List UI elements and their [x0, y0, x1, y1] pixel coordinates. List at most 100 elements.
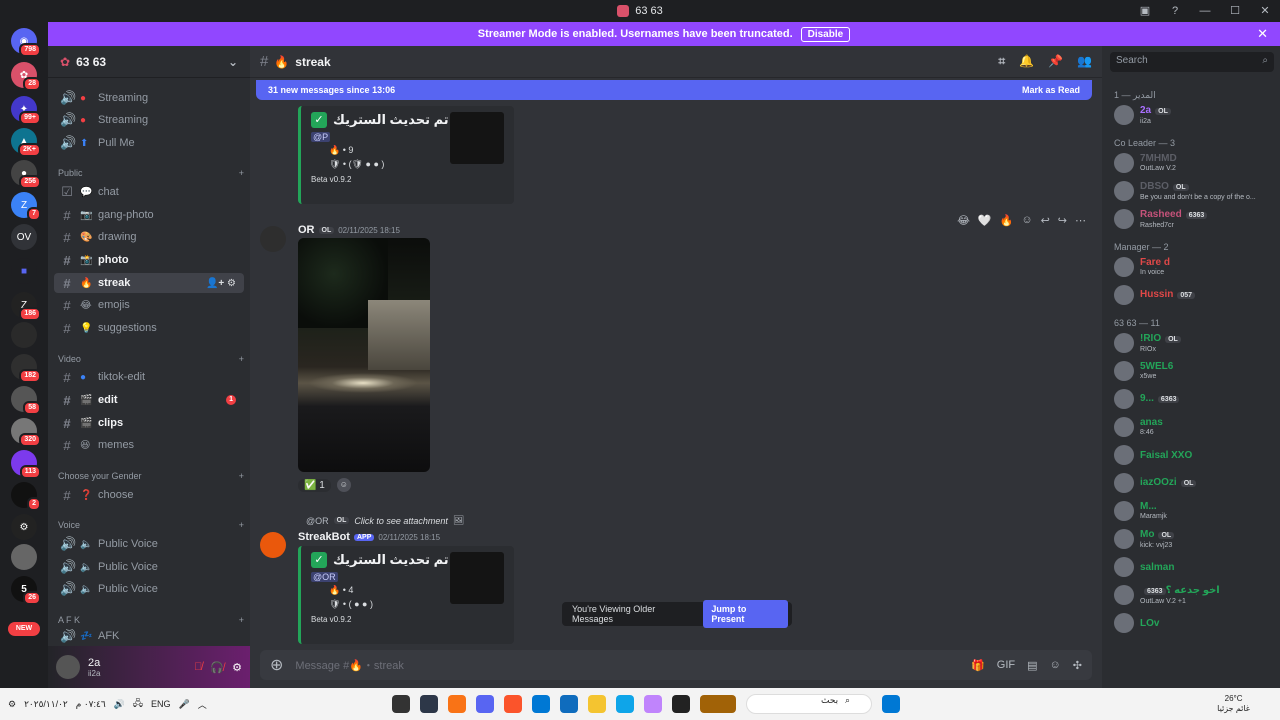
server-icon[interactable]: 5 26 [11, 576, 41, 605]
channel-choose[interactable]: # ❓ choose [54, 485, 244, 505]
message-composer[interactable]: ⊕ Message #🔥・streak 🎁 GIF ▤ ☺ ✣ [260, 650, 1092, 680]
add-channel-icon[interactable]: + [239, 168, 244, 178]
settings-icon[interactable]: ⚙ [8, 699, 16, 710]
minimize-button[interactable]: — [1190, 0, 1220, 22]
heart-icon[interactable]: 🤍 [978, 214, 992, 227]
embed-thumbnail[interactable] [450, 112, 504, 164]
voice-channel-pull-me[interactable]: 🔊 ⬆ Pull Me [54, 133, 244, 153]
user-mention[interactable]: @OR [311, 572, 338, 582]
edge-icon[interactable] [616, 695, 634, 713]
message-input[interactable]: Message #🔥・streak [295, 657, 403, 673]
channel-clips[interactable]: # 🎬 clips [54, 413, 244, 433]
server-icon[interactable] [11, 544, 37, 570]
deafen-icon[interactable]: 🎧̸ [210, 661, 224, 674]
voice-channel-public[interactable]: 🔊 🔈 Public Voice [54, 534, 244, 554]
channel-memes[interactable]: # 😆 memes [54, 435, 244, 455]
fire-icon[interactable]: 🔥 [1000, 214, 1014, 227]
channel-photo[interactable]: # 📸 photo [54, 250, 244, 270]
category-gender[interactable]: Choose your Gender + [58, 471, 244, 481]
volume-icon[interactable]: 🔊 [114, 699, 125, 710]
maximize-button[interactable]: ☐ [1220, 0, 1250, 22]
app-icon[interactable] [448, 695, 466, 713]
channel-suggestions[interactable]: # 💡 suggestions [54, 318, 244, 338]
language[interactable]: ENG [151, 699, 171, 709]
member-item[interactable]: Faisal XXO [1110, 442, 1276, 468]
discord-icon[interactable] [476, 695, 494, 713]
chevron-up-icon[interactable]: ︿ [198, 698, 207, 711]
gear-icon[interactable]: ⚙ [232, 661, 242, 674]
author-name[interactable]: OR [298, 224, 315, 236]
help-icon[interactable]: ? [1160, 0, 1190, 22]
server-icon[interactable] [11, 322, 37, 348]
server-icon[interactable]: ⚙ [11, 514, 37, 540]
server-icon[interactable]: 58 [11, 386, 41, 415]
member-item[interactable]: M... Maramjk [1110, 498, 1276, 524]
server-header[interactable]: ✿ 63 63 ⌄ [48, 46, 250, 78]
bell-icon[interactable]: 🔔 [1019, 54, 1034, 69]
jump-to-present-button[interactable]: Jump to Present [703, 600, 788, 628]
plus-icon[interactable]: ⊕ [270, 655, 283, 675]
reaction-check[interactable]: ✅ 1 [298, 478, 331, 492]
reply-preview[interactable]: @OR OL Click to see attachment 🖼 [306, 515, 464, 526]
app-icon[interactable] [392, 695, 410, 713]
add-channel-icon[interactable]: + [239, 354, 244, 364]
member-list-icon[interactable]: 👥 [1077, 54, 1092, 69]
search-input[interactable]: Search ⌕ [1110, 52, 1274, 72]
member-item[interactable]: LOv [1110, 610, 1276, 636]
folder-icon[interactable]: ■ [11, 258, 37, 284]
taskbar-search[interactable]: بحث ⌕ [746, 694, 872, 714]
member-item[interactable]: Rasheed 6363 Rashed7cr [1110, 206, 1276, 232]
server-icon[interactable]: ● 256 [11, 160, 41, 189]
avatar[interactable] [260, 532, 286, 558]
voice-channel-streaming[interactable]: 🔊 ● Streaming [54, 110, 244, 130]
mic-icon[interactable]: 🎤 [178, 699, 189, 710]
channel-tiktok-edit[interactable]: # ● tiktok-edit [54, 367, 244, 387]
gif-icon[interactable]: GIF [997, 659, 1015, 672]
channel-emojis[interactable]: # 😂 emojis [54, 295, 244, 315]
server-icon[interactable]: Z 186 [11, 292, 41, 321]
category-afk[interactable]: A F K + [58, 615, 244, 625]
member-item[interactable]: salman [1110, 554, 1276, 580]
more-icon[interactable]: ⋯ [1075, 214, 1086, 227]
member-item[interactable]: 2a OL ii2a [1110, 102, 1276, 128]
member-item[interactable]: Mo OL kick: vvj23 [1110, 526, 1276, 552]
channel-edit[interactable]: # 🎬 edit 1 [54, 390, 244, 410]
store-icon[interactable] [560, 695, 578, 713]
embed-thumbnail[interactable] [450, 552, 504, 604]
member-item[interactable]: iazOOzi OL [1110, 470, 1276, 496]
brave-icon[interactable] [504, 695, 522, 713]
channel-gang-photo[interactable]: # 📷 gang-photo [54, 205, 244, 225]
outlook-icon[interactable] [532, 695, 550, 713]
server-63-63[interactable]: ✿ 28 [11, 62, 41, 91]
network-icon[interactable]: 🖧 [133, 696, 143, 712]
member-item[interactable]: 9... 6363 [1110, 386, 1276, 412]
emoji-laugh-icon[interactable]: 😂 [957, 214, 970, 227]
member-item[interactable]: 7MHMD OutLaw V.2 [1110, 150, 1276, 176]
disable-streamer-mode-button[interactable]: Disable [800, 26, 851, 42]
server-ov[interactable]: OV [11, 224, 37, 250]
add-channel-icon[interactable]: + [239, 615, 244, 625]
mark-as-read-button[interactable]: Mark as Read [1022, 85, 1080, 95]
widget-icon[interactable] [700, 695, 736, 713]
author-name[interactable]: StreakBot [298, 531, 350, 543]
avatar[interactable] [56, 655, 80, 679]
member-item[interactable]: 5WEL6 x5we [1110, 358, 1276, 384]
close-icon[interactable]: ✕ [1257, 26, 1268, 42]
member-item[interactable]: anas 8:46 [1110, 414, 1276, 440]
app-icon[interactable] [420, 695, 438, 713]
add-reaction-icon[interactable]: ☺ [1021, 214, 1032, 227]
member-item[interactable]: !RIO OL RIOx [1110, 330, 1276, 356]
add-channel-icon[interactable]: + [239, 520, 244, 530]
voice-channel-streaming[interactable]: 🔊 ● Streaming [54, 88, 244, 108]
voice-channel-public[interactable]: 🔊 🔈 Public Voice [54, 579, 244, 599]
server-icon[interactable]: 113 [11, 450, 41, 479]
server-icon[interactable]: Z7 [11, 192, 41, 221]
apps-icon[interactable]: ✣ [1073, 659, 1082, 672]
add-channel-icon[interactable]: + [239, 471, 244, 481]
sticker-icon[interactable]: ▤ [1027, 659, 1037, 672]
windows-start-icon[interactable] [882, 695, 900, 713]
add-reaction-icon[interactable]: ☺ [336, 478, 351, 492]
reply-icon[interactable]: ↩ [1041, 214, 1050, 227]
gift-icon[interactable]: 🎁 [971, 659, 985, 672]
member-item[interactable]: Fare d In voice [1110, 254, 1276, 280]
